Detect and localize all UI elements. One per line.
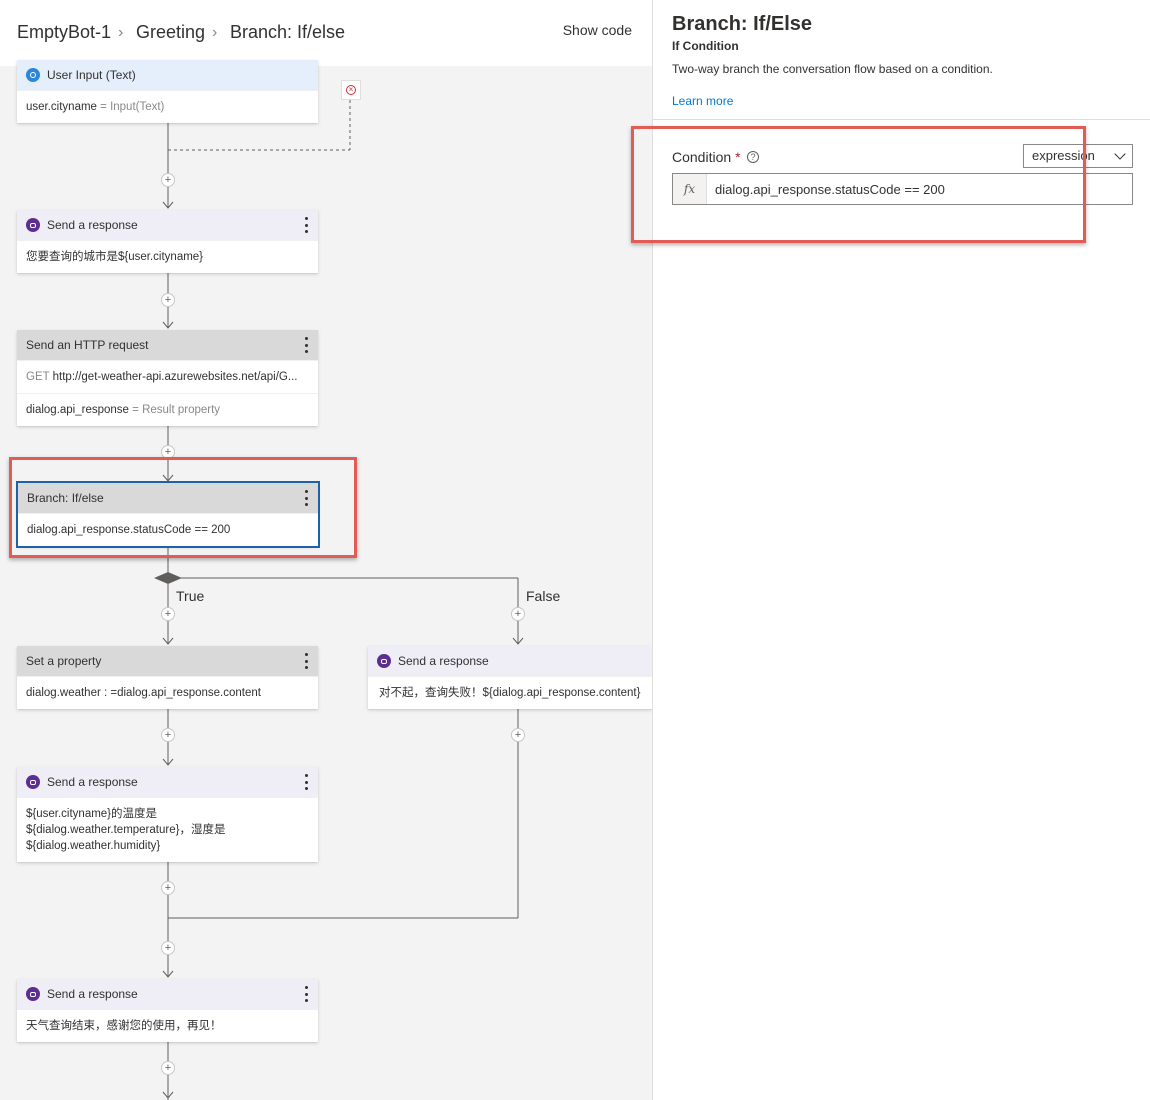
add-action-button[interactable]: + (161, 607, 175, 621)
chevron-right-icon: › (212, 24, 218, 41)
divider (653, 119, 1150, 120)
show-code-button[interactable]: Show code (563, 22, 632, 38)
add-action-button[interactable]: + (511, 607, 525, 621)
breadcrumb-dialog[interactable]: Greeting (136, 22, 205, 43)
send-response-node[interactable]: Send a response 对不起，查询失败！${dialog.api_re… (368, 646, 652, 709)
node-body: 天气查询结束，感谢您的使用，再见！ (17, 1009, 318, 1042)
node-body: 对不起，查询失败！${dialog.api_response.content} (368, 676, 652, 709)
bot-icon (26, 218, 40, 232)
node-header: Send a response (17, 767, 318, 797)
breadcrumb-bar: EmptyBot-1 › Greeting › Branch: If/else … (0, 0, 652, 66)
add-action-button[interactable]: + (161, 173, 175, 187)
send-response-node[interactable]: Send a response 天气查询结束，感谢您的使用，再见！ (17, 979, 318, 1042)
http-request-node[interactable]: Send an HTTP request GET http://get-weat… (17, 330, 318, 426)
add-action-button[interactable]: + (161, 1061, 175, 1075)
more-options-icon[interactable] (304, 774, 308, 790)
node-body: dialog.weather : =dialog.api_response.co… (17, 676, 318, 709)
breadcrumb-current[interactable]: Branch: If/else (230, 22, 345, 43)
add-action-button[interactable]: + (161, 293, 175, 307)
highlight-box (631, 126, 1086, 243)
panel-title: Branch: If/Else (672, 13, 813, 35)
result-property: dialog.api_response (26, 404, 129, 416)
node-header: Send a response (17, 210, 318, 240)
add-action-button[interactable]: + (161, 728, 175, 742)
branch-true-label: True (176, 588, 205, 604)
set-property-node[interactable]: Set a property dialog.weather : =dialog.… (17, 646, 318, 709)
http-url: http://get-weather-api.azurewebsites.net… (52, 371, 298, 383)
send-response-node[interactable]: Send a response 您要查询的城市是${user.cityname} (17, 210, 318, 273)
node-title: Send a response (47, 218, 138, 232)
more-options-icon[interactable] (304, 653, 308, 669)
node-header: Send a response (17, 979, 318, 1009)
node-body: ${user.cityname}的温度是 ${dialog.weather.te… (17, 797, 318, 862)
add-action-button[interactable]: + (511, 728, 525, 742)
property-value: Input(Text) (110, 101, 165, 113)
equals-sign: = (96, 101, 111, 113)
bot-icon (26, 775, 40, 789)
body-line: ${dialog.weather.temperature}，湿度是 (26, 824, 226, 836)
node-body: GET http://get-weather-api.azurewebsites… (17, 360, 318, 393)
equals-sign: = (128, 404, 143, 416)
property-name: user.cityname (26, 101, 97, 113)
node-title: Set a property (26, 654, 102, 668)
cancel-icon: × (346, 85, 356, 95)
bot-icon (377, 654, 391, 668)
add-action-button[interactable]: + (161, 941, 175, 955)
node-title: Send a response (47, 987, 138, 1001)
node-title: Send an HTTP request (26, 338, 149, 352)
more-options-icon[interactable] (304, 217, 308, 233)
learn-more-link[interactable]: Learn more (672, 94, 733, 108)
result-label: Result property (142, 404, 221, 416)
body-line: ${user.cityname}的温度是 (26, 808, 158, 820)
node-header: Set a property (17, 646, 318, 676)
cancel-button[interactable]: × (341, 80, 361, 100)
panel-subtitle: If Condition (672, 39, 739, 53)
node-body: 您要查询的城市是${user.cityname} (17, 240, 318, 273)
http-method: GET (26, 371, 50, 383)
node-body: user.cityname = Input(Text) (17, 90, 318, 123)
chevron-down-icon (1114, 148, 1126, 160)
highlight-box (9, 457, 357, 558)
node-result: dialog.api_response = Result property (17, 393, 318, 426)
flow-canvas: EmptyBot-1 › Greeting › Branch: If/else … (0, 0, 652, 1100)
node-title: Send a response (398, 654, 489, 668)
node-title: Send a response (47, 775, 138, 789)
breadcrumb-bot[interactable]: EmptyBot-1 (17, 22, 111, 43)
user-input-node[interactable]: User Input (Text) user.cityname = Input(… (17, 60, 318, 123)
more-options-icon[interactable] (304, 986, 308, 1002)
send-response-node[interactable]: Send a response ${user.cityname}的温度是 ${d… (17, 767, 318, 862)
node-header: Send a response (368, 646, 652, 676)
bot-icon (26, 987, 40, 1001)
user-icon (26, 68, 40, 82)
more-options-icon[interactable] (304, 337, 308, 353)
node-header: Send an HTTP request (17, 330, 318, 360)
panel-description: Two-way branch the conversation flow bas… (672, 62, 993, 76)
node-title: User Input (Text) (47, 68, 136, 82)
body-line: ${dialog.weather.humidity} (26, 840, 161, 852)
chevron-right-icon: › (118, 24, 124, 41)
node-header: User Input (Text) (17, 60, 318, 90)
add-action-button[interactable]: + (161, 881, 175, 895)
branch-false-label: False (526, 588, 561, 604)
properties-panel: Branch: If/Else If Condition Two-way bra… (631, 0, 1150, 1100)
